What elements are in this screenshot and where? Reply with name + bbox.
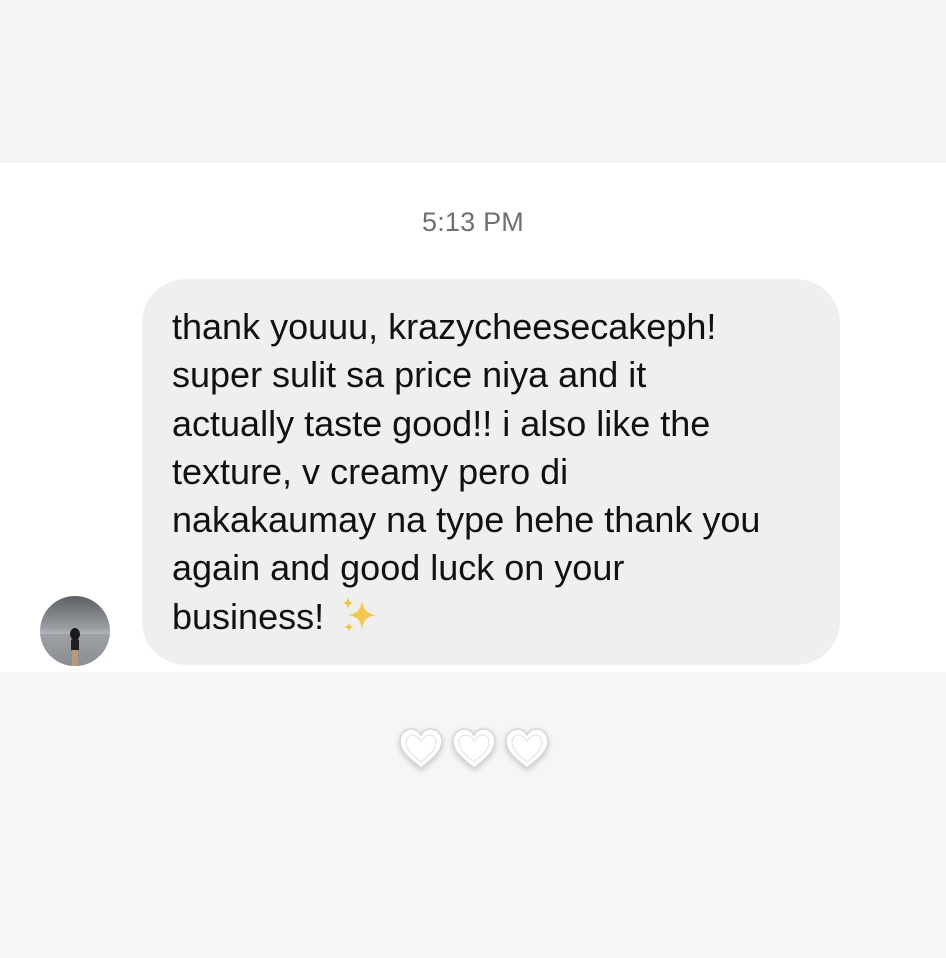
sender-avatar[interactable]: [40, 596, 110, 666]
reaction-hearts[interactable]: [396, 724, 552, 774]
message-line: nakakaumay na type hehe thank you: [172, 499, 761, 541]
message-line: again and good luck on your: [172, 547, 625, 589]
message-last-line: business!: [172, 593, 810, 649]
message-line: thank youuu, krazycheesecakeph!: [172, 306, 717, 347]
message-line: business!: [172, 595, 325, 637]
sparkles-emoji: [338, 595, 380, 649]
message-line: texture, v creamy pero di: [172, 450, 569, 492]
avatar-photo: [40, 596, 110, 666]
heart-icon[interactable]: [396, 724, 446, 774]
message-text: thank youuu, krazycheesecakeph! super su…: [172, 303, 810, 649]
bottom-background: [0, 672, 946, 958]
message-line: actually taste good!! i also like the: [172, 402, 711, 444]
top-background: [0, 0, 946, 163]
message-line: super sulit sa price niya and it: [172, 354, 647, 396]
message-bubble[interactable]: thank youuu, krazycheesecakeph! super su…: [142, 279, 840, 665]
message-timestamp: 5:13 PM: [422, 207, 524, 237]
heart-icon[interactable]: [502, 724, 552, 774]
heart-icon[interactable]: [449, 724, 499, 774]
